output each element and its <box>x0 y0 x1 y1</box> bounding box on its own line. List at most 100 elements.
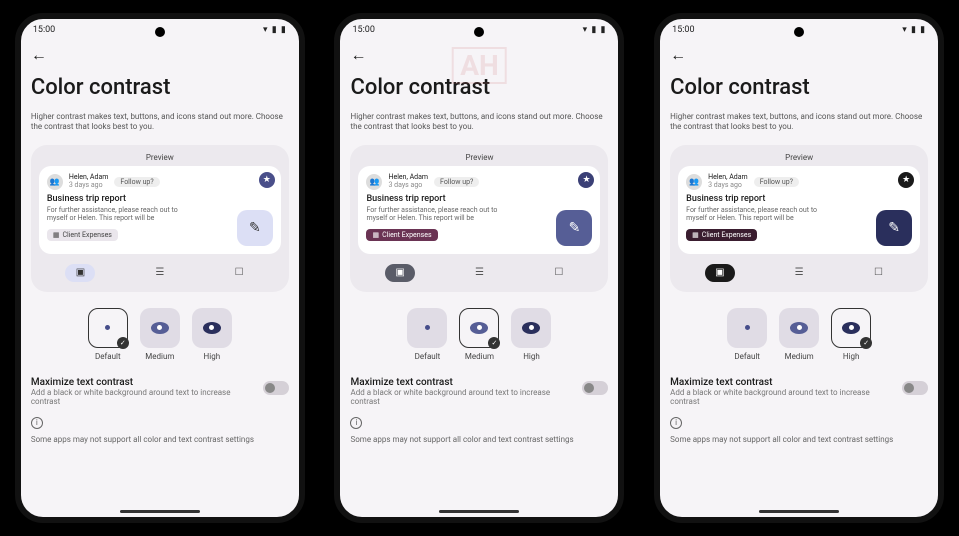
eye-icon <box>470 322 488 334</box>
avatar-icon: 👥 <box>686 174 702 190</box>
option-default[interactable]: ✓ Default <box>88 308 128 361</box>
tag-label: Client Expenses <box>702 231 751 239</box>
maximize-desc: Add a black or white background around t… <box>31 388 255 407</box>
maximize-toggle[interactable] <box>902 381 928 395</box>
option-high[interactable]: High <box>511 308 551 361</box>
option-label-default: Default <box>88 352 128 361</box>
preview-card: Preview 👥 Helen, Adam 3 days ago Follow … <box>350 145 608 292</box>
contrast-options: Default Medium ✓ High <box>670 308 928 361</box>
phone-default: 15:00 ▾ ▮ ▮ ← Color contrast Higher cont… <box>15 13 305 523</box>
tag-icon: ▦ <box>692 231 699 239</box>
option-high[interactable]: ✓ High <box>831 308 871 361</box>
edit-fab[interactable]: ✎ <box>237 210 273 246</box>
status-time: 15:00 <box>672 25 694 35</box>
page-title: Color contrast <box>350 75 608 100</box>
info-icon[interactable]: i <box>350 417 362 429</box>
preview-tabs: ▣ ☰ ☐ <box>358 262 600 284</box>
page-description: Higher contrast makes text, buttons, and… <box>350 112 608 133</box>
tab-chat-icon[interactable]: ☐ <box>544 264 574 282</box>
page-title: Color contrast <box>31 75 289 100</box>
camera-notch <box>794 27 804 37</box>
eye-icon <box>522 322 540 334</box>
eye-icon <box>99 322 117 334</box>
tab-card-icon[interactable]: ▣ <box>385 264 415 282</box>
preview-time: 3 days ago <box>708 182 748 190</box>
footnote: Some apps may not support all color and … <box>350 435 608 444</box>
eye-icon <box>738 322 756 334</box>
tab-list-icon[interactable]: ☰ <box>784 264 814 282</box>
tab-card-icon[interactable]: ▣ <box>705 264 735 282</box>
status-icons: ▾ ▮ ▮ <box>902 25 926 35</box>
preview-card: Preview 👥 Helen, Adam 3 days ago Follow … <box>670 145 928 292</box>
tag-icon: ▦ <box>53 231 60 239</box>
back-icon[interactable]: ← <box>350 41 370 75</box>
nav-bar[interactable] <box>759 510 839 513</box>
option-label-high: High <box>192 352 232 361</box>
preview-label: Preview <box>358 153 600 162</box>
tab-chat-icon[interactable]: ☐ <box>224 264 254 282</box>
option-label-default: Default <box>727 352 767 361</box>
tag-label: Client Expenses <box>382 231 431 239</box>
maximize-row: Maximize text contrast Add a black or wh… <box>31 377 289 407</box>
maximize-row: Maximize text contrast Add a black or wh… <box>350 377 608 407</box>
maximize-title: Maximize text contrast <box>350 377 574 388</box>
camera-notch <box>155 27 165 37</box>
maximize-toggle[interactable] <box>263 381 289 395</box>
back-icon[interactable]: ← <box>31 41 51 75</box>
status-icons: ▾ ▮ ▮ <box>583 25 607 35</box>
option-label-medium: Medium <box>459 352 499 361</box>
preview-inner: 👥 Helen, Adam 3 days ago Follow up? ★ Bu… <box>678 166 920 254</box>
maximize-desc: Add a black or white background around t… <box>350 388 574 407</box>
tag-label: Client Expenses <box>62 231 111 239</box>
tab-list-icon[interactable]: ☰ <box>464 264 494 282</box>
option-label-default: Default <box>407 352 447 361</box>
tab-card-icon[interactable]: ▣ <box>65 264 95 282</box>
status-time: 15:00 <box>33 25 55 35</box>
camera-notch <box>474 27 484 37</box>
preview-body-title: Business trip report <box>366 194 592 204</box>
option-medium[interactable]: Medium <box>779 308 819 361</box>
followup-chip: Follow up? <box>754 177 799 187</box>
preview-inner: 👥 Helen, Adam 3 days ago Follow up? ★ Bu… <box>39 166 281 254</box>
nav-bar[interactable] <box>120 510 200 513</box>
eye-icon <box>151 322 169 334</box>
tab-chat-icon[interactable]: ☐ <box>863 264 893 282</box>
info-icon[interactable]: i <box>670 417 682 429</box>
maximize-toggle[interactable] <box>582 381 608 395</box>
tab-list-icon[interactable]: ☰ <box>145 264 175 282</box>
option-default[interactable]: Default <box>407 308 447 361</box>
preview-body-title: Business trip report <box>686 194 912 204</box>
back-icon[interactable]: ← <box>670 41 690 75</box>
edit-fab[interactable]: ✎ <box>556 210 592 246</box>
preview-body-title: Business trip report <box>47 194 273 204</box>
nav-bar[interactable] <box>439 510 519 513</box>
info-icon[interactable]: i <box>31 417 43 429</box>
contrast-options: Default ✓ Medium High <box>350 308 608 361</box>
tag-icon: ▦ <box>372 231 379 239</box>
followup-chip: Follow up? <box>114 177 159 187</box>
followup-chip: Follow up? <box>434 177 479 187</box>
check-icon: ✓ <box>117 337 129 349</box>
status-time: 15:00 <box>352 25 374 35</box>
eye-icon <box>203 322 221 334</box>
preview-label: Preview <box>678 153 920 162</box>
option-medium[interactable]: ✓ Medium <box>459 308 499 361</box>
edit-fab[interactable]: ✎ <box>876 210 912 246</box>
expense-tag: ▦ Client Expenses <box>366 229 437 241</box>
star-button[interactable]: ★ <box>898 172 914 188</box>
option-label-medium: Medium <box>140 352 180 361</box>
page-title: Color contrast <box>670 75 928 100</box>
footnote: Some apps may not support all color and … <box>31 435 289 444</box>
option-high[interactable]: High <box>192 308 232 361</box>
option-medium[interactable]: Medium <box>140 308 180 361</box>
option-label-medium: Medium <box>779 352 819 361</box>
eye-icon <box>790 322 808 334</box>
phone-medium: AH 15:00 ▾ ▮ ▮ ← Color contrast Higher c… <box>334 13 624 523</box>
preview-body-text: For further assistance, please reach out… <box>686 206 826 223</box>
option-default[interactable]: Default <box>727 308 767 361</box>
check-icon: ✓ <box>860 337 872 349</box>
star-button[interactable]: ★ <box>259 172 275 188</box>
avatar-icon: 👥 <box>366 174 382 190</box>
page-description: Higher contrast makes text, buttons, and… <box>31 112 289 133</box>
eye-icon <box>418 322 436 334</box>
